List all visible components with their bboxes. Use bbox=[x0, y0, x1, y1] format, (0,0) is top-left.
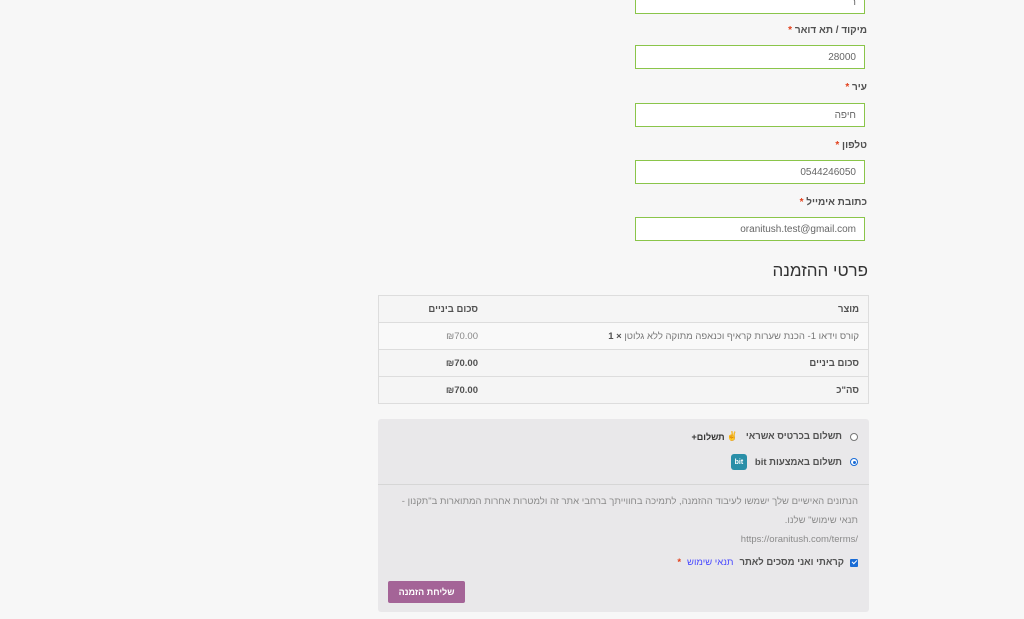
item-name: קורס וידאו 1- הכנת שערות קראיף וכנאפה מת… bbox=[624, 330, 859, 342]
phone-field[interactable]: 0544246050 bbox=[635, 160, 865, 184]
privacy-policy-text: הנתונים האישיים שלך ישמשו לעיבוד ההזמנה,… bbox=[401, 496, 858, 545]
zip-label: מיקוד / תא דואר * bbox=[788, 25, 867, 36]
table-header-row: מוצר סכום ביניים bbox=[378, 295, 869, 323]
terms-text: קראתי ואני מסכים לאתר bbox=[739, 557, 845, 568]
phone-label: טלפון * bbox=[835, 140, 867, 151]
payment-option-credit[interactable]: תשלום בכרטיס אשראי ✌ תשלום+ bbox=[692, 431, 858, 442]
privacy-url[interactable]: https://oranitush.com/terms/ bbox=[741, 534, 858, 545]
credit-label: תשלום בכרטיס אשראי bbox=[745, 431, 842, 442]
col-subtotal: סכום ביניים bbox=[378, 295, 487, 323]
zip-value: 28000 bbox=[828, 51, 856, 63]
subtotal-row: סכום ביניים ₪70.00 bbox=[378, 349, 869, 377]
address-value: ר bbox=[850, 0, 856, 8]
terms-row: קראתי ואני מסכים לאתר תנאי שימוש * bbox=[677, 557, 858, 568]
city-value: חיפה bbox=[834, 109, 856, 121]
payment-box: תשלום בכרטיס אשראי ✌ תשלום+ תשלום באמצעות… bbox=[378, 419, 869, 612]
subtotal-value: ₪70.00 bbox=[378, 349, 487, 377]
city-label: עיר * bbox=[845, 82, 867, 93]
required-mark: * bbox=[788, 25, 793, 36]
order-details-title: פרטי ההזמנה bbox=[772, 261, 868, 280]
credit-radio[interactable] bbox=[850, 432, 858, 441]
email-field[interactable]: oranitush.test@gmail.com bbox=[635, 217, 865, 241]
zip-field[interactable]: 28000 bbox=[635, 45, 865, 69]
bit-radio[interactable] bbox=[850, 458, 858, 466]
required-mark: * bbox=[845, 82, 850, 93]
table-row: קורס וידאו 1- הכנת שערות קראיף וכנאפה מת… bbox=[378, 322, 869, 350]
order-table: מוצר סכום ביניים קורס וידאו 1- הכנת שערו… bbox=[378, 295, 869, 404]
bit-logo-icon: bit bbox=[730, 454, 747, 470]
total-value: ₪70.00 bbox=[445, 384, 478, 396]
item-name-cell: קורס וידאו 1- הכנת שערות קראיף וכנאפה מת… bbox=[487, 322, 869, 350]
total-label: סה"כ bbox=[836, 384, 859, 396]
bit-label: תשלום באמצעות bit bbox=[754, 456, 842, 468]
terms-link[interactable]: תנאי שימוש bbox=[687, 557, 733, 568]
item-qty: × 1 bbox=[608, 330, 622, 342]
payment-option-bit[interactable]: תשלום באמצעות bit bit bbox=[730, 454, 858, 470]
email-label: כתובת אימייל * bbox=[799, 197, 867, 208]
city-field[interactable]: חיפה bbox=[635, 103, 865, 127]
col-product: מוצר bbox=[487, 295, 869, 323]
terms-checkbox[interactable] bbox=[850, 558, 858, 567]
phone-value: 0544246050 bbox=[800, 166, 856, 178]
item-price: ₪70.00 bbox=[378, 322, 487, 350]
required-mark: * bbox=[799, 197, 804, 208]
email-value: oranitush.test@gmail.com bbox=[740, 223, 856, 235]
required-mark: * bbox=[677, 557, 682, 568]
tashlum-logo-icon: ✌ תשלום+ bbox=[691, 431, 738, 442]
divider bbox=[378, 484, 869, 485]
total-row: סה"כ ₪70.00 bbox=[379, 377, 869, 404]
subtotal-label: סכום ביניים bbox=[487, 349, 869, 377]
required-mark: * bbox=[835, 140, 840, 151]
address-field[interactable]: ר bbox=[635, 0, 865, 14]
place-order-button[interactable]: שליחת הזמנה bbox=[388, 581, 465, 603]
